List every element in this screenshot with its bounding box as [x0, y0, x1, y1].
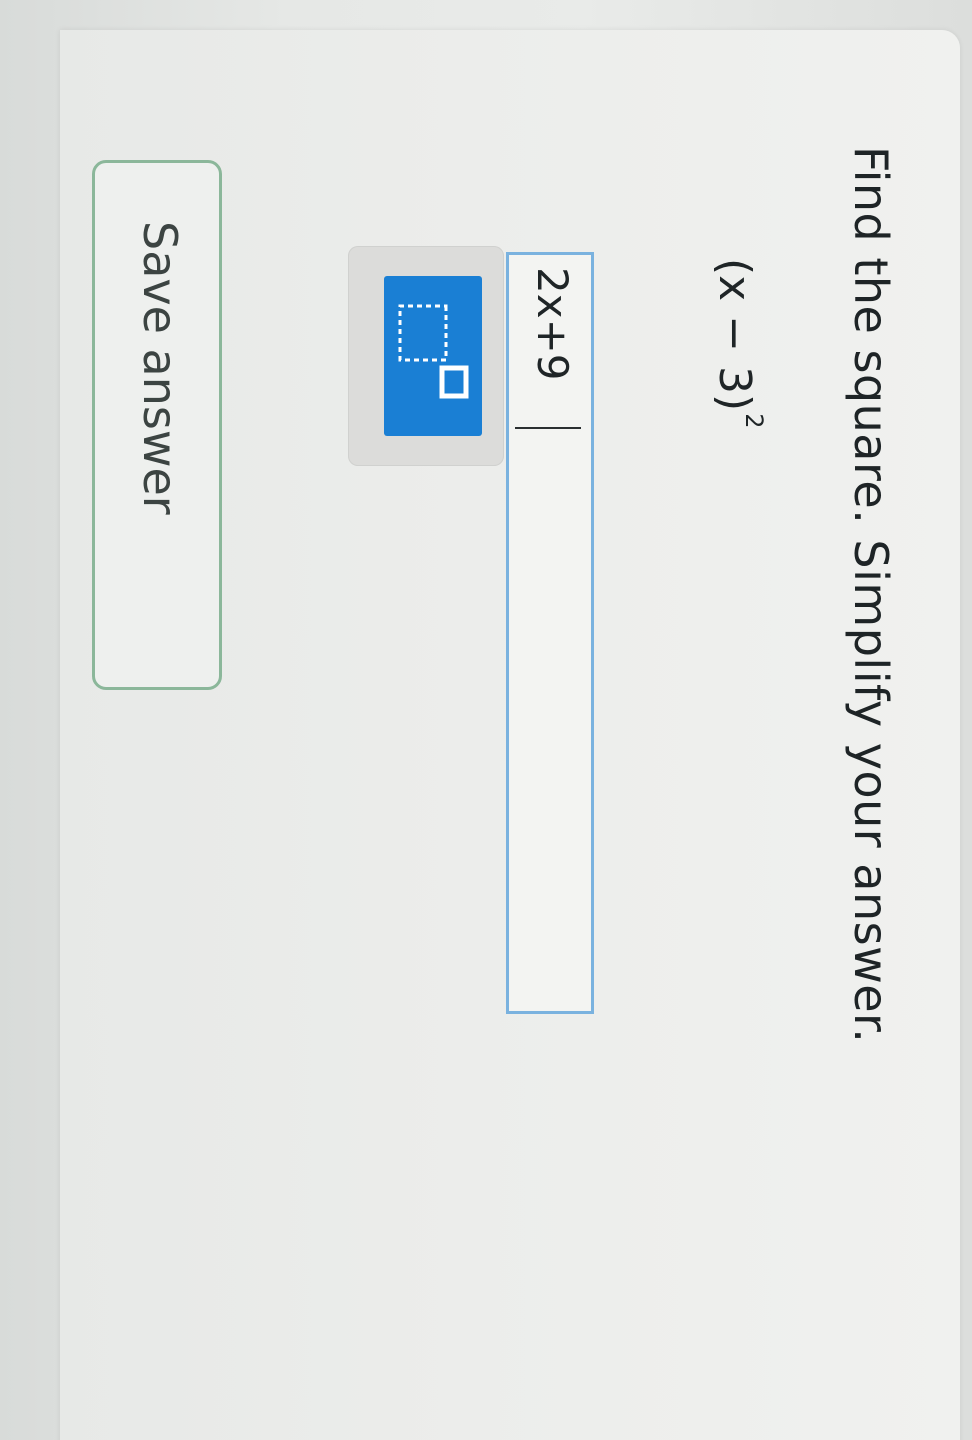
- exponent-template-icon: [398, 304, 469, 399]
- expression-base: (x − 3): [709, 258, 760, 412]
- question-panel: Find the square. Simplify your answer. (…: [60, 30, 960, 1440]
- answer-input[interactable]: 2x+9: [506, 252, 594, 1014]
- save-answer-label: Save answer: [133, 221, 187, 515]
- expression-exponent: 2: [739, 413, 768, 429]
- answer-value: 2x+9: [528, 267, 577, 381]
- text-caret: [515, 427, 581, 429]
- question-prompt: Find the square. Simplify your answer.: [844, 146, 898, 1044]
- save-answer-button[interactable]: Save answer: [92, 160, 222, 690]
- math-toolbar: [348, 246, 504, 466]
- exponent-button[interactable]: [384, 276, 482, 436]
- math-expression: (x − 3)2: [709, 258, 768, 429]
- photo-background: Find the square. Simplify your answer. (…: [0, 0, 972, 1440]
